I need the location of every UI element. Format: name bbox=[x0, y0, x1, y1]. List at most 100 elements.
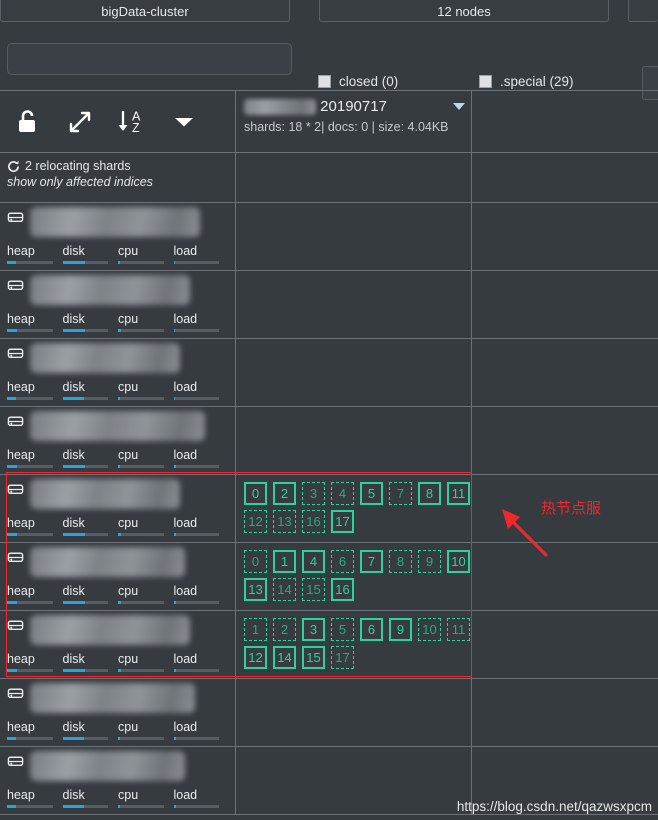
cluster-overview-page: bigData-cluster 12 nodes closed (0) .spe… bbox=[0, 0, 658, 820]
metric-fill bbox=[7, 601, 17, 604]
shard-box[interactable]: 3 bbox=[302, 482, 325, 505]
shard-box[interactable]: 17 bbox=[331, 646, 354, 669]
refresh-icon bbox=[8, 160, 20, 172]
shard-box[interactable]: 1 bbox=[244, 618, 267, 641]
shard-box[interactable]: 0 bbox=[244, 550, 267, 573]
shard-box[interactable]: 14 bbox=[273, 578, 296, 601]
special-checkbox[interactable] bbox=[479, 75, 492, 88]
metric-label: disk bbox=[62, 516, 85, 530]
shard-box[interactable]: 17 bbox=[331, 510, 354, 533]
metric-track bbox=[7, 397, 53, 400]
node-cell[interactable]: heap disk cpu load bbox=[0, 203, 236, 270]
search-input[interactable] bbox=[7, 43, 292, 75]
shard-box[interactable]: 15 bbox=[302, 578, 325, 601]
node-row: heap disk cpu load bbox=[0, 679, 658, 747]
metric-fill bbox=[173, 601, 176, 604]
shard-box[interactable]: 2 bbox=[273, 482, 296, 505]
shard-box[interactable]: 7 bbox=[360, 550, 383, 573]
closed-checkbox[interactable] bbox=[318, 75, 331, 88]
caret-down-icon[interactable] bbox=[453, 103, 465, 110]
sort-az-icon[interactable]: A Z bbox=[110, 102, 154, 142]
metric-fill bbox=[7, 669, 17, 672]
shard-box[interactable]: 12 bbox=[244, 510, 267, 533]
node-metrics: heap disk cpu load bbox=[7, 584, 229, 604]
shard-box[interactable]: 5 bbox=[360, 482, 383, 505]
node-cell[interactable]: heap disk cpu load bbox=[0, 543, 236, 610]
filter-bar: closed (0) .special (29) bbox=[0, 22, 658, 100]
expand-arrows-icon[interactable] bbox=[58, 102, 102, 142]
shard-box[interactable]: 5 bbox=[331, 618, 354, 641]
metric-cpu: cpu bbox=[118, 720, 174, 740]
shard-box[interactable]: 0 bbox=[244, 482, 267, 505]
node-box: heap disk cpu load bbox=[0, 203, 235, 270]
metric-track bbox=[62, 737, 108, 740]
node-cell[interactable]: heap disk cpu load bbox=[0, 747, 236, 814]
node-row: heap disk cpu load 0 1 4 6 7 8 9 10 13 14 15 16 bbox=[0, 543, 658, 611]
shard-box[interactable]: 6 bbox=[331, 550, 354, 573]
filter-closed[interactable]: closed (0) bbox=[318, 74, 398, 89]
shard-box[interactable]: 9 bbox=[389, 618, 412, 641]
index-title-row: 20190717 bbox=[244, 98, 463, 116]
node-cell[interactable]: heap disk cpu load bbox=[0, 475, 236, 542]
shard-box[interactable]: 13 bbox=[244, 578, 267, 601]
metric-fill bbox=[173, 533, 176, 536]
special-label: .special (29) bbox=[500, 74, 574, 89]
shard-box[interactable]: 2 bbox=[273, 618, 296, 641]
shard-box[interactable]: 14 bbox=[273, 646, 296, 669]
unlock-icon[interactable] bbox=[6, 102, 50, 142]
filter-special[interactable]: .special (29) bbox=[479, 74, 574, 89]
shard-box[interactable]: 4 bbox=[302, 550, 325, 573]
node-cell[interactable]: heap disk cpu load bbox=[0, 271, 236, 338]
relocating-extra-cell bbox=[472, 153, 658, 202]
metric-fill bbox=[173, 737, 177, 740]
shard-box[interactable]: 9 bbox=[418, 550, 441, 573]
tab-overflow[interactable] bbox=[628, 0, 658, 22]
metric-cpu: cpu bbox=[118, 448, 174, 468]
shard-box[interactable]: 12 bbox=[244, 646, 267, 669]
metric-track bbox=[118, 329, 164, 332]
shard-box[interactable]: 7 bbox=[389, 482, 412, 505]
tab-nodes[interactable]: 12 nodes bbox=[319, 0, 609, 22]
shard-box[interactable]: 11 bbox=[447, 618, 470, 641]
shard-box[interactable]: 1 bbox=[273, 550, 296, 573]
metric-cpu: cpu bbox=[118, 788, 174, 808]
shard-box[interactable]: 16 bbox=[302, 510, 325, 533]
tab-cluster[interactable]: bigData-cluster bbox=[0, 0, 290, 22]
metric-label: cpu bbox=[118, 584, 139, 598]
show-affected-indices-link[interactable]: show only affected indices bbox=[0, 175, 235, 189]
node-metrics: heap disk cpu load bbox=[7, 312, 229, 332]
shard-box[interactable]: 3 bbox=[302, 618, 325, 641]
metric-heap: heap bbox=[7, 652, 63, 672]
extra-cell bbox=[472, 203, 658, 270]
metric-track bbox=[62, 329, 108, 332]
shard-box[interactable]: 16 bbox=[331, 578, 354, 601]
metric-track bbox=[173, 397, 219, 400]
relocating-row: 2 relocating shards show only affected i… bbox=[0, 153, 658, 203]
tab-strip: bigData-cluster 12 nodes bbox=[0, 0, 658, 22]
shard-box[interactable]: 8 bbox=[389, 550, 412, 573]
node-cell[interactable]: heap disk cpu load bbox=[0, 339, 236, 406]
metric-track bbox=[118, 669, 164, 672]
metric-label: heap bbox=[7, 312, 35, 326]
shard-box[interactable]: 10 bbox=[447, 550, 470, 573]
shard-box[interactable]: 6 bbox=[360, 618, 383, 641]
shard-box[interactable]: 4 bbox=[331, 482, 354, 505]
node-cell[interactable]: heap disk cpu load bbox=[0, 611, 236, 678]
node-identity bbox=[7, 207, 235, 239]
node-cell[interactable]: heap disk cpu load bbox=[0, 407, 236, 474]
chevron-down-icon[interactable] bbox=[162, 102, 206, 142]
shard-box[interactable]: 11 bbox=[447, 482, 470, 505]
shard-box[interactable]: 10 bbox=[418, 618, 441, 641]
shard-box[interactable]: 15 bbox=[302, 646, 325, 669]
metric-track bbox=[118, 261, 164, 264]
extra-cell bbox=[472, 611, 658, 678]
metric-fill bbox=[118, 533, 121, 536]
shard-box[interactable]: 8 bbox=[418, 482, 441, 505]
metric-track bbox=[7, 261, 53, 264]
node-box: heap disk cpu load bbox=[0, 271, 235, 338]
metric-track bbox=[118, 601, 164, 604]
node-cell[interactable]: heap disk cpu load bbox=[0, 679, 236, 746]
metric-label: load bbox=[173, 652, 198, 666]
node-row: heap disk cpu load 1 2 3 5 6 9 10 11 12 14 15 17 bbox=[0, 611, 658, 679]
shard-box[interactable]: 13 bbox=[273, 510, 296, 533]
